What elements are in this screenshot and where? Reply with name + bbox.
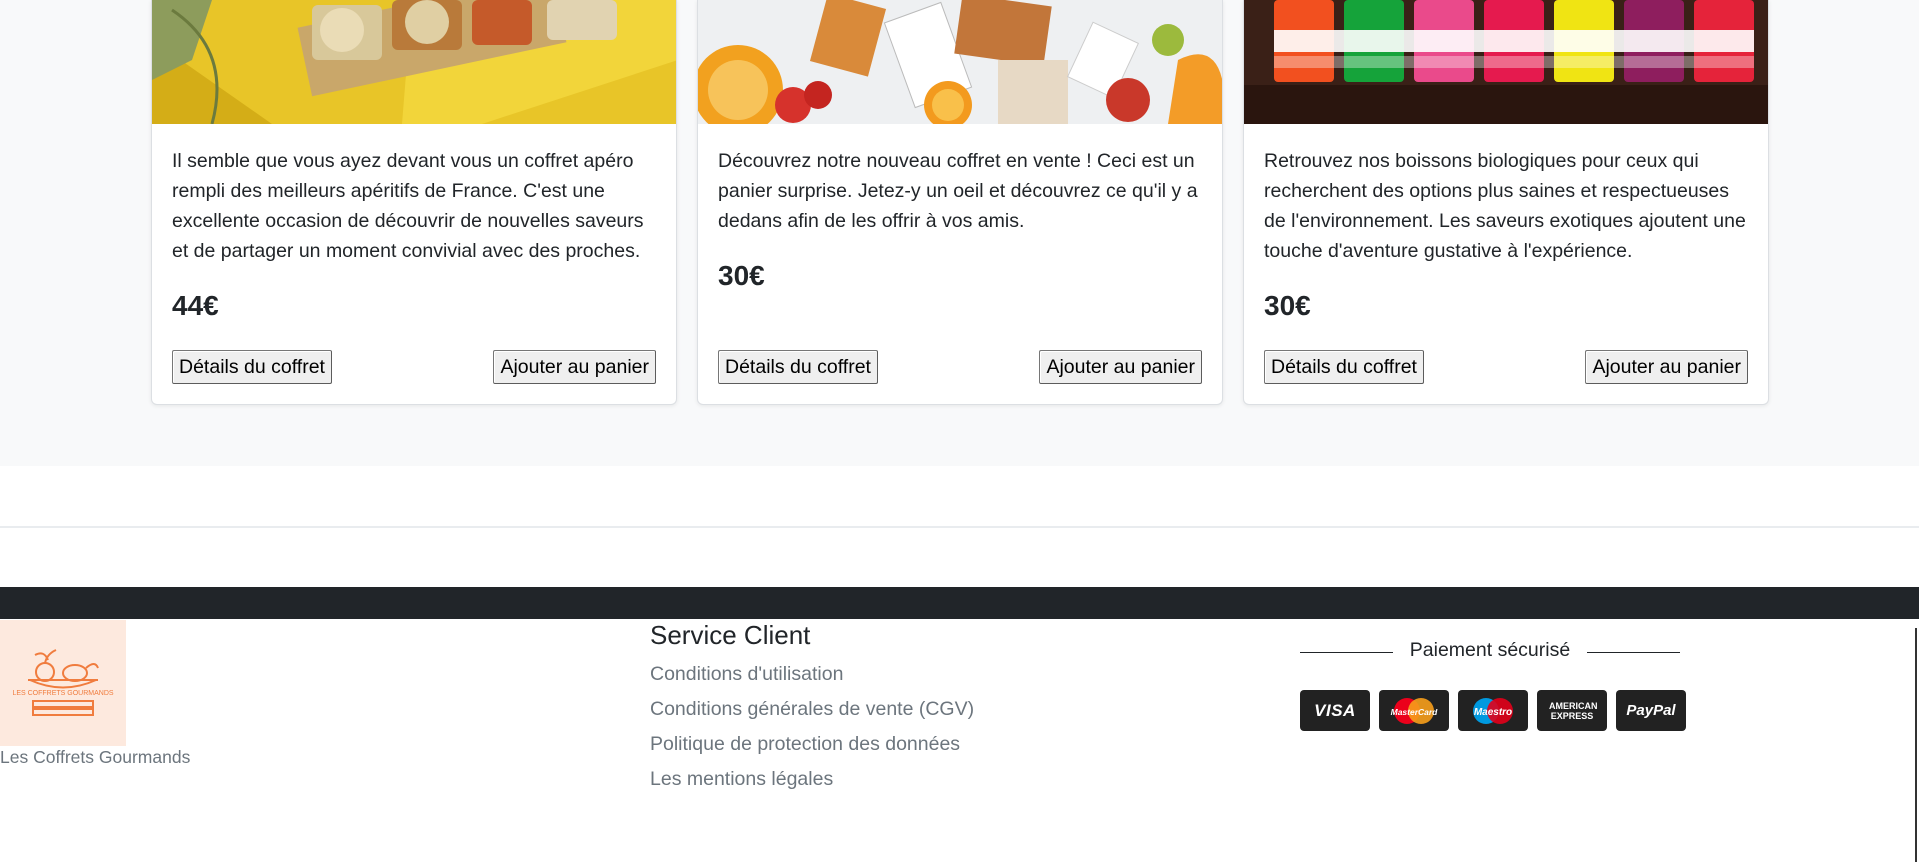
paypal-icon: PayPal [1616, 690, 1686, 731]
brand-name: Les Coffrets Gourmands [0, 747, 191, 767]
link-mentions-legales[interactable]: Les mentions légales [650, 768, 974, 803]
mastercard-icon: MasterCard [1379, 690, 1449, 731]
payment-title: Paiement sécurisé [1409, 639, 1571, 661]
details-button[interactable]: Détails du coffret [718, 350, 878, 384]
details-button[interactable]: Détails du coffret [1264, 350, 1424, 384]
product-image-boissons[interactable] [1244, 0, 1768, 124]
divider-line [1587, 652, 1680, 653]
add-to-cart-button[interactable]: Ajouter au panier [1039, 350, 1202, 384]
product-price: 30€ [1264, 290, 1311, 321]
product-card-apero: Il semble que vous ayez devant vous un c… [151, 0, 677, 405]
logo-text: LES COFFRETS GOURMANDS [12, 690, 113, 697]
svg-text:MasterCard: MasterCard [1391, 707, 1439, 717]
site-footer: LES COFFRETS GOURMANDS Les Coffrets Gour… [0, 619, 1919, 862]
product-description: Découvrez notre nouveau coffret en vente… [718, 150, 1198, 232]
add-to-cart-button[interactable]: Ajouter au panier [493, 350, 656, 384]
product-price: 30€ [718, 260, 765, 291]
product-card-surprise: Découvrez notre nouveau coffret en vente… [697, 0, 1223, 405]
footer-links: Conditions d'utilisation Conditions géné… [650, 663, 974, 803]
products-section: Il semble que vous ayez devant vous un c… [0, 0, 1919, 466]
logo-basket-icon: LES COFFRETS GOURMANDS [12, 649, 114, 716]
details-button[interactable]: Détails du coffret [172, 350, 332, 384]
visa-icon: VISA [1300, 690, 1370, 731]
link-conditions-utilisation[interactable]: Conditions d'utilisation [650, 663, 974, 698]
product-image-surprise[interactable] [698, 0, 1222, 124]
service-client-title: Service Client [650, 620, 811, 650]
link-protection-donnees[interactable]: Politique de protection des données [650, 733, 974, 768]
svg-text:Maestro: Maestro [1474, 707, 1512, 718]
link-cgv[interactable]: Conditions générales de vente (CGV) [650, 698, 974, 733]
product-image-apero[interactable] [152, 0, 676, 124]
product-description: Il semble que vous ayez devant vous un c… [172, 150, 644, 262]
payment-section: Paiement sécurisé VISA MasterCard Maestr… [1300, 639, 1686, 731]
american-express-icon: AMERICAN EXPRESS [1537, 690, 1607, 731]
scrollbar-edge[interactable] [1915, 628, 1917, 862]
add-to-cart-button[interactable]: Ajouter au panier [1585, 350, 1748, 384]
brand-logo[interactable]: LES COFFRETS GOURMANDS [0, 620, 126, 746]
product-description: Retrouvez nos boissons biologiques pour … [1264, 150, 1746, 262]
maestro-icon: Maestro [1458, 690, 1528, 731]
footer-dark-band [0, 587, 1919, 619]
product-price: 44€ [172, 290, 219, 321]
section-divider [0, 526, 1919, 528]
product-card-boissons: Retrouvez nos boissons biologiques pour … [1243, 0, 1769, 405]
